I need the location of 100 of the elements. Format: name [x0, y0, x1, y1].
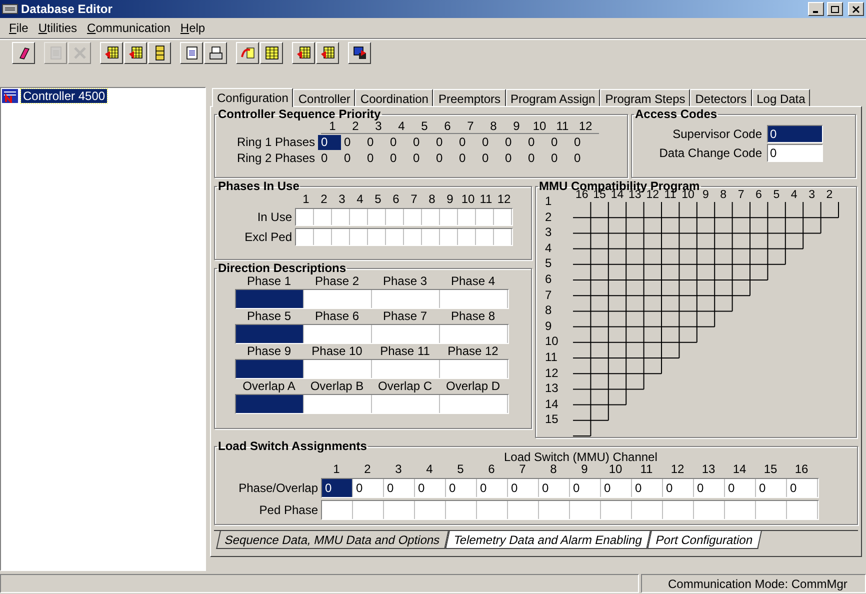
- toolbar-button[interactable]: [100, 42, 123, 64]
- priority-cell[interactable]: 0: [410, 134, 433, 150]
- channel-cell[interactable]: 0: [508, 479, 539, 497]
- toolbar-button[interactable]: [236, 42, 259, 64]
- channel-cell[interactable]: 0: [539, 479, 570, 497]
- toolbar-button[interactable]: [316, 42, 339, 64]
- delete-icon: [72, 44, 88, 60]
- channel-cell[interactable]: 0: [663, 479, 694, 497]
- priority-cell[interactable]: 0: [548, 150, 571, 166]
- column-number: 8: [428, 192, 436, 206]
- channel-cell[interactable]: 0: [787, 479, 818, 497]
- sheet-tab[interactable]: Port Configuration: [646, 531, 762, 549]
- priority-cell[interactable]: 0: [410, 150, 433, 166]
- priority-cell[interactable]: 0: [525, 134, 548, 150]
- group-title: Controller Sequence Priority: [217, 108, 382, 120]
- priority-cell[interactable]: 0: [433, 150, 456, 166]
- priority-cell[interactable]: 0: [341, 150, 364, 166]
- close-button[interactable]: [848, 2, 864, 16]
- tab[interactable]: Configuration: [212, 88, 294, 107]
- direction-label: Phase 11: [379, 344, 431, 359]
- channel-cell[interactable]: 0: [384, 479, 415, 497]
- priority-cell[interactable]: 0: [571, 150, 594, 166]
- tab[interactable]: Log Data: [752, 89, 810, 106]
- priority-cell[interactable]: 0: [479, 150, 502, 166]
- tab[interactable]: Program Steps: [600, 89, 690, 106]
- column-number: 14: [610, 189, 624, 202]
- channel-cell[interactable]: 0: [570, 479, 601, 497]
- priority-cell[interactable]: 0: [548, 134, 571, 150]
- priority-cell[interactable]: 0: [456, 134, 479, 150]
- priority-cell[interactable]: 0: [318, 150, 341, 166]
- priority-cell[interactable]: 0: [502, 150, 525, 166]
- priority-cell[interactable]: 0: [364, 134, 387, 150]
- toolbar-button[interactable]: [204, 42, 227, 64]
- maximize-button[interactable]: [827, 2, 843, 16]
- row-number: 12: [545, 366, 560, 382]
- column-number: 3: [338, 192, 346, 206]
- priority-cell[interactable]: 0: [479, 134, 502, 150]
- column-number: 6: [754, 189, 763, 202]
- group-title: Direction Descriptions: [217, 262, 348, 274]
- toolbar-button[interactable]: [148, 42, 171, 64]
- priority-cell[interactable]: 0: [387, 134, 410, 150]
- menu-item[interactable]: Communication: [82, 19, 176, 37]
- channel-cell[interactable]: 0: [477, 479, 508, 497]
- document-icon: [48, 44, 64, 60]
- priority-cell[interactable]: 0: [341, 134, 364, 150]
- column-number: 9: [581, 463, 588, 476]
- priority-cell[interactable]: 0: [502, 134, 525, 150]
- column-number: 4: [397, 120, 406, 133]
- toolbar-button[interactable]: [124, 42, 147, 64]
- priority-cell[interactable]: 0: [433, 134, 456, 150]
- row-number: 1: [545, 194, 553, 210]
- channel-cell[interactable]: 0: [415, 479, 446, 497]
- direction-field[interactable]: [236, 290, 304, 308]
- tab[interactable]: Program Assign: [506, 89, 600, 106]
- column-number: 5: [772, 189, 781, 202]
- channel-cell[interactable]: 0: [322, 479, 353, 497]
- toolbar-button[interactable]: [292, 42, 315, 64]
- direction-label: Overlap C: [376, 379, 434, 394]
- direction-field[interactable]: [236, 395, 304, 413]
- priority-cell[interactable]: 0: [387, 150, 410, 166]
- direction-field[interactable]: [236, 325, 304, 343]
- tab[interactable]: Coordination: [355, 89, 434, 106]
- channel-cell[interactable]: 0: [756, 479, 787, 497]
- channel-cell[interactable]: 0: [694, 479, 725, 497]
- toolbar-button[interactable]: [12, 42, 35, 64]
- channel-cell[interactable]: 0: [353, 479, 384, 497]
- priority-cell[interactable]: 0: [318, 134, 341, 150]
- direction-field[interactable]: [236, 360, 304, 378]
- field-label: Data Change Code: [659, 145, 762, 162]
- tab[interactable]: Detectors: [690, 89, 752, 106]
- tab[interactable]: Controller: [293, 89, 356, 106]
- column-number: 8: [489, 120, 498, 133]
- channel-cell[interactable]: 0: [725, 479, 756, 497]
- sheet-tab[interactable]: Telemetry Data and Alarm Enabling: [444, 531, 651, 549]
- menu-item[interactable]: Utilities: [33, 19, 82, 37]
- channel-cell[interactable]: 0: [446, 479, 477, 497]
- column-number: 7: [466, 120, 475, 133]
- table-icon: [264, 44, 280, 60]
- toolbar-button[interactable]: [260, 42, 283, 64]
- priority-cell[interactable]: 0: [525, 150, 548, 166]
- column-number: 5: [374, 192, 382, 206]
- row-label: Ring 2 Phases: [236, 150, 316, 167]
- direction-label: Phase 6: [314, 309, 360, 324]
- menu-item[interactable]: Help: [175, 19, 210, 37]
- priority-cell[interactable]: 0: [364, 150, 387, 166]
- sheet-tab[interactable]: Sequence Data, MMU Data and Options: [216, 531, 449, 549]
- column-number: 3: [808, 189, 816, 202]
- code-field[interactable]: 0: [767, 144, 823, 162]
- priority-cell[interactable]: 0: [571, 134, 594, 150]
- toolbar-button[interactable]: [180, 42, 203, 64]
- tree-item[interactable]: Controller 4500: [21, 89, 108, 103]
- channel-cell[interactable]: 0: [632, 479, 663, 497]
- channel-cell[interactable]: 0: [601, 479, 632, 497]
- minimize-button[interactable]: [808, 2, 824, 16]
- tab[interactable]: Preemptors: [433, 89, 506, 106]
- menu-item[interactable]: File: [4, 19, 34, 37]
- toolbar-button[interactable]: [348, 42, 371, 64]
- code-field[interactable]: 0: [767, 125, 823, 143]
- priority-cell[interactable]: 0: [456, 150, 479, 166]
- row-number: 15: [545, 412, 560, 428]
